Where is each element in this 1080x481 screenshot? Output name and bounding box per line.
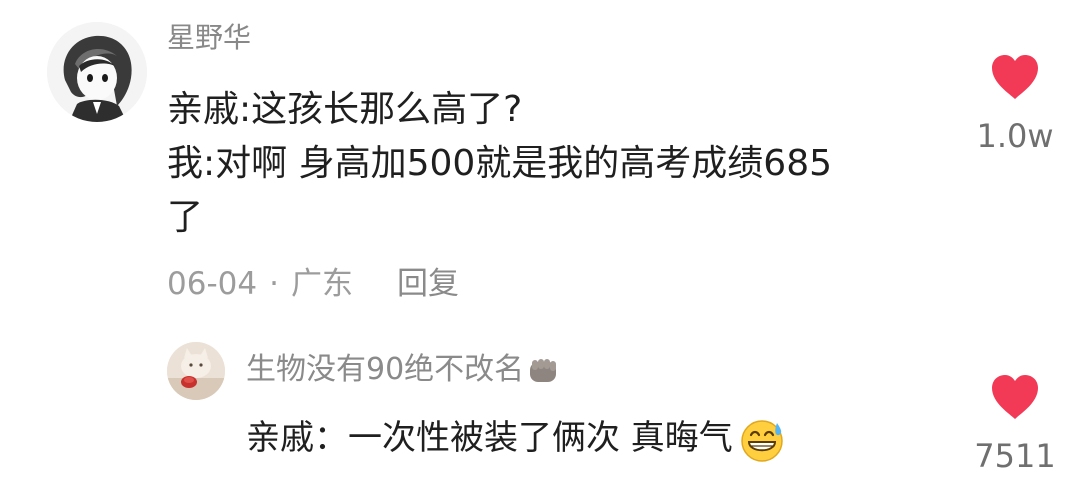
comment-text-line: 我:对啊 身高加500就是我的高考成绩685 bbox=[167, 143, 832, 184]
grinning-sweat-emoji-icon bbox=[741, 419, 783, 462]
comment-location: 广东 bbox=[290, 266, 353, 302]
reply-like-count: 7511 bbox=[974, 437, 1056, 475]
comment-text-line: 了 bbox=[167, 197, 204, 238]
fist-icon bbox=[530, 358, 557, 382]
reply-text: 亲戚：一次性被装了俩次 真晦气 bbox=[246, 413, 787, 465]
reply-text-content: 亲戚：一次性被装了俩次 真晦气 bbox=[246, 418, 733, 458]
comment-meta: 06-04 · 广东 回复 bbox=[167, 264, 459, 304]
comment-item: 星野华 亲戚:这孩长那么高了? 我:对啊 身高加500就是我的高考成绩685 了… bbox=[0, 0, 1080, 330]
heart-icon[interactable] bbox=[988, 52, 1042, 102]
reply-username[interactable]: 生物没有90绝不改名 bbox=[246, 350, 562, 390]
reply-username-text: 生物没有90绝不改名 bbox=[246, 352, 525, 387]
reply-avatar[interactable] bbox=[167, 342, 225, 400]
anime-avatar-icon bbox=[47, 22, 147, 122]
cat-avatar-icon bbox=[167, 342, 225, 400]
comment-text-line: 亲戚:这孩长那么高了? bbox=[167, 89, 523, 130]
reply-like-area: 7511 bbox=[960, 372, 1070, 474]
meta-separator: · bbox=[269, 266, 279, 302]
comment-date: 06-04 bbox=[167, 266, 258, 302]
like-area: 1.0w bbox=[960, 52, 1070, 154]
user-avatar[interactable] bbox=[47, 22, 147, 122]
reply-button[interactable]: 回复 bbox=[397, 266, 459, 302]
like-count: 1.0w bbox=[976, 117, 1054, 155]
comment-username[interactable]: 星野华 bbox=[167, 18, 251, 58]
comment-text: 亲戚:这孩长那么高了? 我:对啊 身高加500就是我的高考成绩685 了 bbox=[167, 83, 927, 245]
heart-icon[interactable] bbox=[988, 372, 1042, 422]
